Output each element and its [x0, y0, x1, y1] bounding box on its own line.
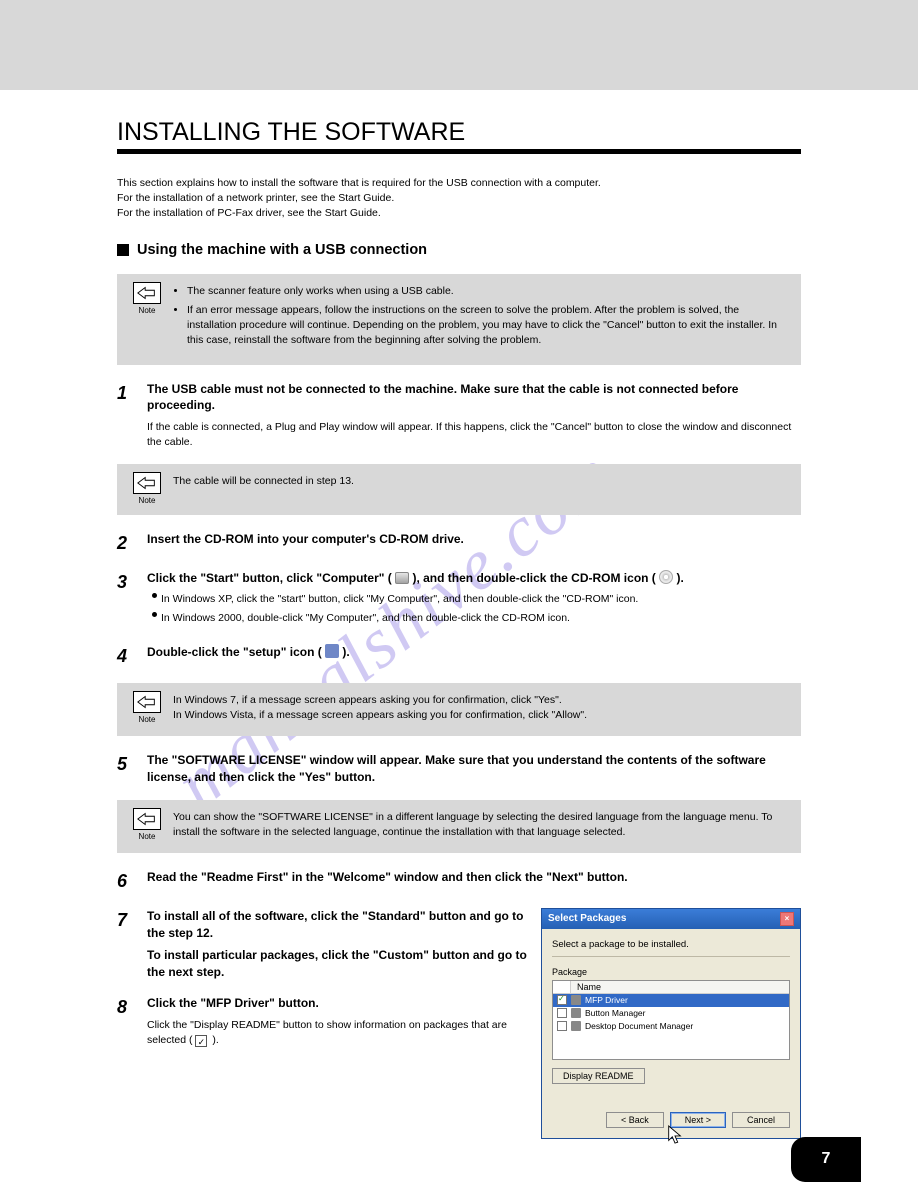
pkg-item-icon — [571, 1021, 581, 1031]
pkg-row-desktop-doc-manager[interactable]: Desktop Document Manager — [553, 1020, 789, 1033]
computer-icon — [395, 572, 409, 584]
pkg-header-name: Name — [571, 981, 789, 993]
step-number: 8 — [117, 995, 147, 1020]
step-number: 3 — [117, 570, 147, 595]
note-label: Note — [129, 832, 165, 841]
package-listbox[interactable]: Name MFP Driver Button Manager — [552, 980, 790, 1060]
note-block-4: Note You can show the "SOFTWARE LICENSE"… — [117, 800, 801, 853]
step-number: 2 — [117, 531, 147, 556]
pkg-item-label: Button Manager — [585, 1008, 645, 1018]
note1-item-2: If an error message appears, follow the … — [187, 303, 789, 349]
heading-underline — [117, 149, 801, 154]
page-number-tab: 7 — [791, 1137, 861, 1182]
note-icon — [133, 808, 161, 830]
intro-line-1: This section explains how to install the… — [117, 177, 601, 189]
checkbox-icon: ✓ — [195, 1035, 207, 1047]
intro-paragraph: This section explains how to install the… — [117, 176, 801, 222]
note2-text: The cable will be connected in step 13. — [165, 472, 789, 489]
step-7-main2: To install particular packages, click th… — [147, 947, 529, 981]
page-title: INSTALLING THE SOFTWARE — [117, 118, 801, 147]
step-3-main: Click the "Start" button, click "Compute… — [147, 570, 801, 587]
pkg-item-label: Desktop Document Manager — [585, 1021, 693, 1031]
step-5: 5 The "SOFTWARE LICENSE" window will app… — [117, 752, 801, 786]
note3-line1: In Windows 7, if a message screen appear… — [173, 694, 562, 706]
step-3-bullet-2: In Windows 2000, double-click "My Comput… — [161, 611, 801, 626]
step-number: 6 — [117, 869, 147, 894]
top-gray-bar — [0, 0, 918, 90]
note-block-1: Note The scanner feature only works when… — [117, 274, 801, 365]
display-readme-button[interactable]: Display README — [552, 1068, 645, 1084]
note3-line2: In Windows Vista, if a message screen ap… — [173, 709, 587, 721]
pkg-item-icon — [571, 1008, 581, 1018]
step-1-main: The USB cable must not be connected to t… — [147, 381, 801, 415]
note-label: Note — [129, 715, 165, 724]
step-3-bullet-1: In Windows XP, click the "start" button,… — [161, 592, 801, 607]
step-number: 1 — [117, 381, 147, 406]
step-number: 4 — [117, 644, 147, 669]
step-1: 1 The USB cable must not be connected to… — [117, 381, 801, 450]
step-number: 7 — [117, 908, 147, 933]
note-icon — [133, 282, 161, 304]
note-label: Note — [129, 306, 165, 315]
bullet-dot — [152, 612, 157, 617]
step-8-sub: Click the "Display README" button to sho… — [147, 1019, 507, 1046]
step-5-main: The "SOFTWARE LICENSE" window will appea… — [147, 752, 801, 786]
note-icon — [133, 691, 161, 713]
note-block-3: Note In Windows 7, if a message screen a… — [117, 683, 801, 736]
cancel-button[interactable]: Cancel — [732, 1112, 790, 1128]
note-block-2: Note The cable will be connected in step… — [117, 464, 801, 515]
step-7: 7 To install all of the software, click … — [117, 908, 529, 981]
note1-item-1: The scanner feature only works when usin… — [187, 284, 789, 299]
sub-heading-bullet — [117, 244, 129, 256]
dialog-close-button[interactable]: × — [780, 912, 794, 926]
intro-line-3: For the installation of PC-Fax driver, s… — [117, 207, 381, 219]
package-label: Package — [552, 967, 790, 977]
step-7-main: To install all of the software, click th… — [147, 908, 529, 942]
step-8: 8 Click the "MFP Driver" button. Click t… — [117, 995, 529, 1047]
dialog-divider — [552, 956, 790, 957]
step-6-main: Read the "Readme First" in the "Welcome"… — [147, 869, 801, 886]
intro-line-2: For the installation of a network printe… — [117, 192, 394, 204]
cdrom-icon — [659, 570, 673, 584]
step-3-seg3: ). — [676, 571, 683, 585]
dialog-instruction: Select a package to be installed. — [552, 939, 790, 950]
step-number: 5 — [117, 752, 147, 777]
back-button[interactable]: < Back — [606, 1112, 664, 1128]
note4-text: You can show the "SOFTWARE LICENSE" in a… — [165, 808, 789, 840]
note-icon — [133, 472, 161, 494]
step-4: 4 Double-click the "setup" icon ( ). — [117, 644, 801, 669]
select-packages-dialog: Select Packages × Select a package to be… — [541, 908, 801, 1139]
pkg-item-icon — [571, 995, 581, 1005]
pkg-checkbox[interactable] — [557, 1021, 567, 1031]
step-8-main: Click the "MFP Driver" button. — [147, 995, 529, 1012]
step-6: 6 Read the "Readme First" in the "Welcom… — [117, 869, 801, 894]
step-3-seg2: ), and then double-click the CD-ROM icon… — [412, 571, 659, 585]
step-1-sub: If the cable is connected, a Plug and Pl… — [147, 420, 801, 449]
sub-heading: Using the machine with a USB connection — [137, 242, 427, 258]
step-4-seg2: ). — [342, 645, 349, 659]
bullet-dot — [152, 593, 157, 598]
pkg-row-mfp-driver[interactable]: MFP Driver — [553, 994, 789, 1007]
pkg-item-label: MFP Driver — [585, 995, 628, 1005]
step-4-seg1: Double-click the "setup" icon ( — [147, 645, 325, 659]
pkg-row-button-manager[interactable]: Button Manager — [553, 1007, 789, 1020]
pkg-checkbox[interactable] — [557, 1008, 567, 1018]
pkg-checkbox[interactable] — [557, 995, 567, 1005]
step-3-seg1: Click the "Start" button, click "Compute… — [147, 571, 395, 585]
note-label: Note — [129, 496, 165, 505]
step-3: 3 Click the "Start" button, click "Compu… — [117, 570, 801, 630]
dialog-title-text: Select Packages — [548, 913, 626, 924]
setup-icon — [325, 644, 339, 658]
step-2: 2 Insert the CD-ROM into your computer's… — [117, 531, 801, 556]
step-4-main: Double-click the "setup" icon ( ). — [147, 644, 801, 661]
step-2-main: Insert the CD-ROM into your computer's C… — [147, 531, 801, 548]
step-8-sub-tail: ). — [209, 1034, 218, 1046]
